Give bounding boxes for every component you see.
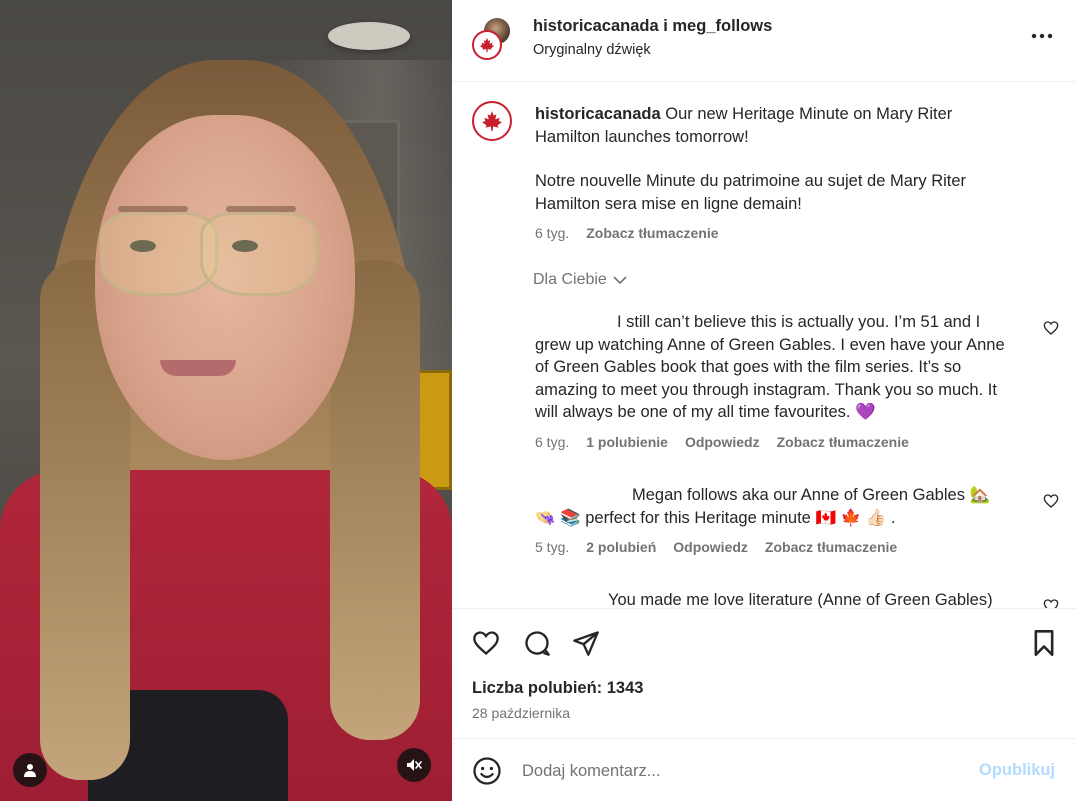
send-paper-plane-icon	[573, 631, 599, 656]
post-date[interactable]: 28 października	[472, 705, 570, 721]
tagged-users-button[interactable]	[13, 753, 47, 787]
caption-text-fr: Notre nouvelle Minute du patrimoine au s…	[535, 172, 967, 213]
comment-time[interactable]: 6 tyg.	[535, 434, 569, 450]
comment-input[interactable]	[522, 756, 952, 786]
like-comment-heart-icon[interactable]	[1043, 598, 1059, 608]
caption-username[interactable]: historicacanada	[535, 105, 661, 123]
glasses-lens-right	[200, 212, 318, 296]
maple-leaf-icon	[482, 111, 502, 131]
collab-avatars[interactable]	[472, 16, 516, 62]
comment-filter-dropdown[interactable]: Dla Ciebie	[533, 271, 627, 289]
share-button[interactable]	[570, 627, 602, 659]
filter-label: Dla Ciebie	[533, 271, 607, 288]
comment-text: You made me love literature (Anne of Gre…	[608, 591, 993, 608]
translate-link[interactable]: Zobacz tłumaczenie	[765, 539, 897, 555]
comment-meta: 6 tyg. 1 polubienie Odpowiedz Zobacz tłu…	[535, 434, 909, 450]
user-icon	[24, 764, 36, 777]
bookmark-icon	[1034, 630, 1054, 656]
reply-button[interactable]: Odpowiedz	[673, 539, 748, 555]
post-details-panel: historicacanada i meg_follows Oryginalny…	[452, 0, 1076, 801]
like-comment-heart-icon[interactable]	[1043, 320, 1059, 336]
comment-text: Megan follows aka our Anne of Green Gabl…	[535, 486, 991, 527]
audio-label[interactable]: Oryginalny dźwięk	[533, 42, 651, 58]
comment-button[interactable]	[521, 627, 553, 659]
person-mouth	[160, 360, 236, 376]
post-header: historicacanada i meg_follows Oryginalny…	[452, 0, 1076, 82]
caption-time[interactable]: 6 tyg.	[535, 225, 569, 241]
caption-meta: 6 tyg. Zobacz tłumaczenie	[535, 225, 719, 241]
reply-button[interactable]: Odpowiedz	[685, 434, 760, 450]
heart-icon	[473, 631, 499, 656]
translate-link[interactable]: Zobacz tłumaczenie	[586, 225, 718, 241]
maple-leaf-icon	[479, 37, 495, 53]
like-button[interactable]	[470, 627, 502, 659]
comment-likes[interactable]: 1 polubienie	[586, 434, 668, 450]
comment-text: I still can’t believe this is actually y…	[535, 313, 1005, 421]
speaker-muted-icon	[407, 759, 422, 771]
reel-video[interactable]	[0, 0, 452, 801]
more-options-button[interactable]	[1027, 26, 1057, 46]
post-author-names[interactable]: historicacanada i meg_follows	[533, 17, 772, 36]
likes-count[interactable]: Liczba polubień: 1343	[472, 679, 643, 698]
caption-avatar[interactable]	[472, 101, 512, 141]
ceiling-lamp	[328, 22, 410, 50]
mute-button[interactable]	[397, 748, 431, 782]
save-button[interactable]	[1028, 627, 1060, 659]
emoji-icon[interactable]	[472, 756, 502, 786]
eye-right	[232, 240, 258, 252]
comments-section[interactable]: historicacanada Our new Heritage Minute …	[452, 83, 1076, 608]
post-actions: Liczba polubień: 1343 28 października	[452, 608, 1076, 738]
translate-link[interactable]: Zobacz tłumaczenie	[777, 434, 909, 450]
comment-meta: 5 tyg. 2 polubień Odpowiedz Zobacz tłuma…	[535, 539, 897, 555]
comment-likes[interactable]: 2 polubień	[586, 539, 656, 555]
chevron-down-icon	[613, 276, 627, 285]
eye-left	[130, 240, 156, 252]
publish-button[interactable]: Opublikuj	[979, 761, 1055, 780]
comment-bubble-icon	[525, 631, 550, 656]
comment-time[interactable]: 5 tyg.	[535, 539, 569, 555]
avatar-historicacanada[interactable]	[472, 30, 502, 60]
more-horizontal-icon	[1031, 33, 1053, 39]
add-comment-bar: Opublikuj	[452, 738, 1076, 801]
like-comment-heart-icon[interactable]	[1043, 493, 1059, 509]
caption-text: historicacanada Our new Heritage Minute …	[535, 103, 1015, 148]
